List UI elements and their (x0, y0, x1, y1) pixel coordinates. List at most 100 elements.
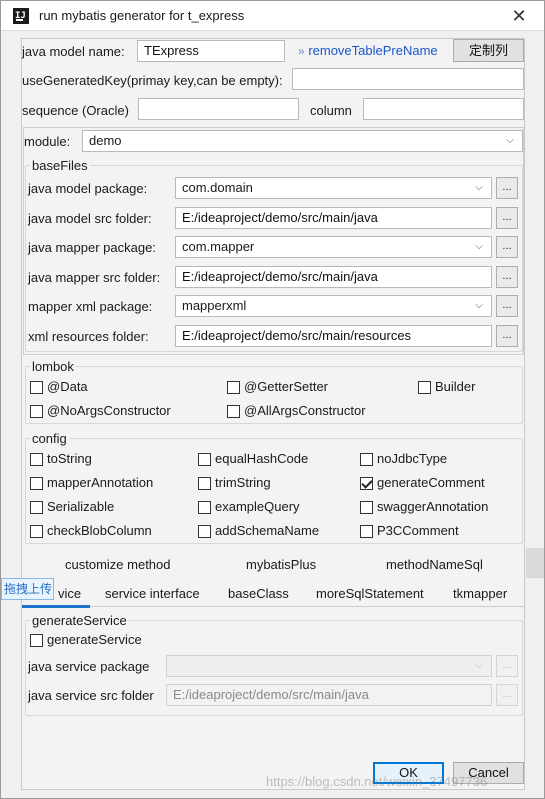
java-mapper-src-folder-label: java mapper src folder: (28, 270, 161, 285)
java-service-src-folder-input[interactable]: E:/ideaproject/demo/src/main/java (166, 684, 492, 706)
mapper-xml-package-select[interactable]: mapperxml ⌵ (175, 295, 492, 317)
java-service-package-label: java service package (28, 659, 150, 674)
checkbox-box[interactable] (227, 405, 240, 418)
checkbox-box[interactable] (30, 381, 43, 394)
config-example-query-checkbox[interactable]: exampleQuery (198, 499, 300, 515)
java-model-package-label: java model package: (28, 181, 148, 196)
java-model-src-folder-input[interactable]: E:/ideaproject/demo/src/main/java (175, 207, 492, 229)
config-trim-string-checkbox[interactable]: trimString (198, 475, 271, 491)
xml-resources-folder-label: xml resources folder: (28, 329, 149, 344)
remove-prefix-link[interactable]: » removeTablePreName (298, 43, 438, 58)
tab-base-class[interactable]: baseClass (228, 586, 289, 601)
column-label: column (310, 103, 352, 118)
sequence-input[interactable] (138, 98, 299, 120)
generate-service-checkbox[interactable]: generateService (30, 632, 142, 648)
watermark-text: https://blog.csdn.net/weixin_37497736 (266, 774, 488, 789)
config-title: config (30, 431, 69, 446)
config-swagger-annotation-checkbox[interactable]: swaggerAnnotation (360, 499, 488, 515)
java-model-package-select[interactable]: com.domain ⌵ (175, 177, 492, 199)
background-window-edge (526, 548, 544, 578)
java-service-src-folder-label: java service src folder (28, 688, 154, 703)
checkbox-box[interactable] (30, 634, 43, 647)
browse-xml-resources-folder-button[interactable]: ... (496, 325, 518, 347)
checkbox-box[interactable] (198, 453, 211, 466)
tab-method-name-sql[interactable]: methodNameSql (386, 557, 483, 572)
browse-mapper-xml-package-button[interactable]: ... (496, 295, 518, 317)
config-serializable-checkbox[interactable]: Serializable (30, 499, 114, 515)
chevron-down-icon: ⌵ (475, 300, 483, 311)
checkbox-box-checked[interactable] (360, 477, 373, 490)
mapper-xml-package-value: mapperxml (182, 298, 247, 313)
java-mapper-package-select[interactable]: com.mapper ⌵ (175, 236, 492, 258)
config-tostring-checkbox[interactable]: toString (30, 451, 92, 467)
xml-resources-folder-input[interactable]: E:/ideaproject/demo/src/main/resources (175, 325, 492, 347)
config-p3c-comment-checkbox[interactable]: P3CComment (360, 523, 459, 539)
close-icon[interactable]: ✕ (508, 5, 530, 27)
lombok-getter-setter-checkbox[interactable]: @GetterSetter (227, 379, 328, 395)
checkbox-box[interactable] (198, 501, 211, 514)
browse-java-mapper-src-folder-button[interactable]: ... (496, 266, 518, 288)
checkbox-box[interactable] (198, 477, 211, 490)
chevron-down-icon: ⌵ (506, 135, 514, 146)
module-label: module: (24, 134, 71, 149)
tab-active-indicator (22, 605, 90, 608)
checkbox-box[interactable] (30, 405, 43, 418)
tab-mybatis-plus[interactable]: mybatisPlus (246, 557, 316, 572)
browse-java-mapper-package-button[interactable]: ... (496, 236, 518, 258)
browse-java-model-package-button[interactable]: ... (496, 177, 518, 199)
lombok-data-checkbox[interactable]: @Data (30, 379, 88, 395)
lombok-no-args-constructor-checkbox[interactable]: @NoArgsConstructor (30, 403, 171, 419)
lombok-title: lombok (30, 359, 76, 374)
tab-service[interactable]: vice (58, 586, 81, 601)
checkbox-box[interactable] (360, 453, 373, 466)
browse-java-model-src-folder-button[interactable]: ... (496, 207, 518, 229)
dialog-window: IJ run mybatis generator for t_express ✕… (0, 0, 545, 799)
config-no-jdbc-type-checkbox[interactable]: noJdbcType (360, 451, 447, 467)
module-select[interactable]: demo ⌵ (82, 130, 523, 152)
column-input[interactable] (363, 98, 524, 120)
remove-table-prefix-link[interactable]: removeTablePreName (308, 43, 437, 58)
double-chevron-icon: » (298, 44, 305, 58)
java-service-package-select[interactable]: ⌵ (166, 655, 492, 677)
java-mapper-package-label: java mapper package: (28, 240, 156, 255)
custom-columns-button[interactable]: 定制列 (453, 39, 524, 62)
service-group-title: generateService (30, 613, 129, 628)
chevron-down-icon: ⌵ (475, 660, 483, 671)
checkbox-box[interactable] (30, 453, 43, 466)
browse-java-service-package-button[interactable]: ... (496, 655, 518, 677)
tab-more-sql-statement[interactable]: moreSqlStatement (316, 586, 424, 601)
checkbox-box[interactable] (30, 477, 43, 490)
checkbox-box[interactable] (360, 501, 373, 514)
java-model-name-input[interactable]: TExpress (137, 40, 285, 62)
module-value: demo (89, 133, 122, 148)
java-model-name-label: java model name: (22, 44, 125, 59)
chevron-down-icon: ⌵ (475, 182, 483, 193)
checkbox-box[interactable] (418, 381, 431, 394)
lombok-builder-checkbox[interactable]: Builder (418, 379, 475, 395)
config-check-blob-column-checkbox[interactable]: checkBlobColumn (30, 523, 152, 539)
title-bar[interactable]: IJ run mybatis generator for t_express ✕ (1, 1, 544, 31)
chevron-down-icon: ⌵ (475, 241, 483, 252)
checkbox-box[interactable] (360, 525, 373, 538)
drag-upload-tooltip[interactable]: 拖拽上传 (1, 578, 54, 600)
sequence-label: sequence (Oracle) (22, 103, 129, 118)
checkbox-box[interactable] (30, 525, 43, 538)
checkbox-box[interactable] (30, 501, 43, 514)
tab-tkmapper[interactable]: tkmapper (453, 586, 507, 601)
use-generated-key-input[interactable] (292, 68, 524, 90)
config-add-schema-name-checkbox[interactable]: addSchemaName (198, 523, 319, 539)
checkbox-box[interactable] (198, 525, 211, 538)
checkbox-box[interactable] (227, 381, 240, 394)
basefiles-title: baseFiles (30, 158, 90, 173)
java-model-src-folder-label: java model src folder: (28, 211, 152, 226)
lombok-all-args-constructor-checkbox[interactable]: @AllArgsConstructor (227, 403, 366, 419)
tab-service-interface[interactable]: service interface (105, 586, 200, 601)
use-generated-key-label: useGeneratedKey(primay key,can be empty)… (22, 73, 283, 88)
config-mapper-annotation-checkbox[interactable]: mapperAnnotation (30, 475, 153, 491)
browse-java-service-src-folder-button[interactable]: ... (496, 684, 518, 706)
config-generate-comment-checkbox[interactable]: generateComment (360, 475, 485, 491)
config-equal-hashcode-checkbox[interactable]: equalHashCode (198, 451, 308, 467)
dialog-content: java model name: TExpress » removeTableP… (21, 38, 525, 790)
tab-customize-method[interactable]: customize method (65, 557, 171, 572)
java-mapper-src-folder-input[interactable]: E:/ideaproject/demo/src/main/java (175, 266, 492, 288)
